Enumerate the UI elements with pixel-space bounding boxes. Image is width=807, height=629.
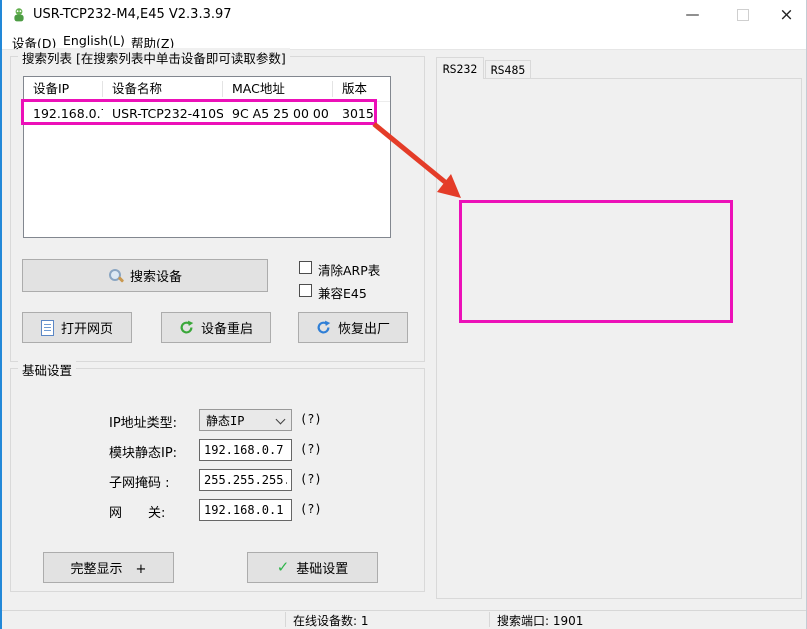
factory-reset-button[interactable]: 恢复出厂	[298, 312, 408, 343]
column-device-name[interactable]: 设备名称	[103, 81, 223, 97]
title-bar: USR-TCP232-M4,E45 V2.3.3.97 — ×	[2, 0, 806, 30]
port-settings-panel	[436, 78, 802, 599]
search-device-button[interactable]: 搜索设备	[22, 259, 268, 292]
device-version: 3015	[333, 106, 390, 121]
search-icon	[108, 268, 123, 283]
minimize-button[interactable]: —	[670, 0, 715, 30]
basic-set-label: 基础设置	[296, 558, 348, 577]
restart-device-button[interactable]: 设备重启	[161, 312, 271, 343]
open-webpage-button[interactable]: 打开网页	[22, 312, 132, 343]
help-subnet[interactable]: (?)	[300, 472, 322, 486]
status-bar	[2, 610, 806, 629]
device-ip: 192.168.0.7	[24, 106, 103, 121]
ip-type-select[interactable]: 静态IP	[199, 409, 292, 431]
factory-reset-label: 恢复出厂	[338, 318, 390, 337]
help-static-ip[interactable]: (?)	[300, 442, 322, 456]
maximize-icon	[737, 9, 749, 21]
device-list[interactable]: 设备IP 设备名称 MAC地址 版本 192.168.0.7 USR-TCP23…	[23, 76, 391, 238]
menu-english[interactable]: English(L)	[59, 32, 129, 49]
close-icon: ×	[779, 5, 793, 25]
tab-rs232-label: RS232	[443, 62, 478, 76]
restart-device-label: 设备重启	[201, 318, 253, 337]
basic-settings-title: 基础设置	[18, 360, 76, 379]
tab-rs232[interactable]: RS232	[436, 57, 484, 79]
column-version[interactable]: 版本	[333, 81, 390, 97]
clear-arp-checkbox[interactable]	[299, 261, 312, 274]
tab-rs485[interactable]: RS485	[485, 60, 531, 79]
subnet-label: 子网掩码 :	[109, 472, 170, 491]
gateway-label: 网 关:	[109, 502, 165, 521]
ip-type-label: IP地址类型:	[109, 412, 177, 431]
static-ip-label: 模块静态IP:	[109, 442, 177, 461]
column-device-ip[interactable]: 设备IP	[24, 81, 103, 97]
open-webpage-label: 打开网页	[61, 318, 113, 337]
tab-rs485-label: RS485	[491, 63, 526, 77]
device-name: USR-TCP232-410S	[103, 106, 223, 121]
webpage-icon	[41, 320, 54, 336]
menu-bar: 设备(D) English(L) 帮助(Z)	[2, 30, 806, 50]
compat-e45-checkbox[interactable]	[299, 284, 312, 297]
clear-arp-label: 清除ARP表	[318, 260, 380, 279]
status-divider-2	[489, 612, 490, 627]
search-list-group-title: 搜索列表 [在搜索列表中单击设备即可读取参数]	[18, 48, 290, 67]
compat-e45-label: 兼容E45	[318, 283, 367, 302]
device-row[interactable]: 192.168.0.7 USR-TCP232-410S 9C A5 25 00 …	[24, 102, 390, 124]
help-ip-type[interactable]: (?)	[300, 412, 322, 426]
window-title: USR-TCP232-M4,E45 V2.3.3.97	[33, 7, 232, 22]
gateway-input[interactable]	[199, 499, 292, 521]
status-divider-1	[285, 612, 286, 627]
full-display-button[interactable]: 完整显示 +	[43, 552, 174, 583]
restart-icon	[179, 320, 194, 335]
close-button[interactable]: ×	[764, 0, 807, 30]
help-gateway[interactable]: (?)	[300, 502, 322, 516]
minimize-icon: —	[686, 7, 700, 23]
subnet-input[interactable]	[199, 469, 292, 491]
maximize-button[interactable]	[720, 0, 765, 30]
check-icon: ✓	[277, 560, 290, 575]
app-icon	[11, 7, 27, 23]
column-mac[interactable]: MAC地址	[223, 81, 333, 97]
static-ip-input[interactable]	[199, 439, 292, 461]
online-device-count: 在线设备数: 1	[293, 612, 369, 629]
search-port-status: 搜索端口: 1901	[497, 612, 583, 629]
device-list-header: 设备IP 设备名称 MAC地址 版本	[24, 77, 390, 102]
factory-reset-icon	[316, 320, 331, 335]
full-display-label: 完整显示 +	[71, 558, 147, 577]
basic-set-button[interactable]: ✓ 基础设置	[247, 552, 378, 583]
app-window: USR-TCP232-M4,E45 V2.3.3.97 — × 设备(D) En…	[0, 0, 807, 629]
device-mac: 9C A5 25 00 00 2C	[223, 106, 333, 121]
search-device-label: 搜索设备	[130, 266, 182, 285]
ip-type-value: 静态IP	[206, 412, 244, 429]
